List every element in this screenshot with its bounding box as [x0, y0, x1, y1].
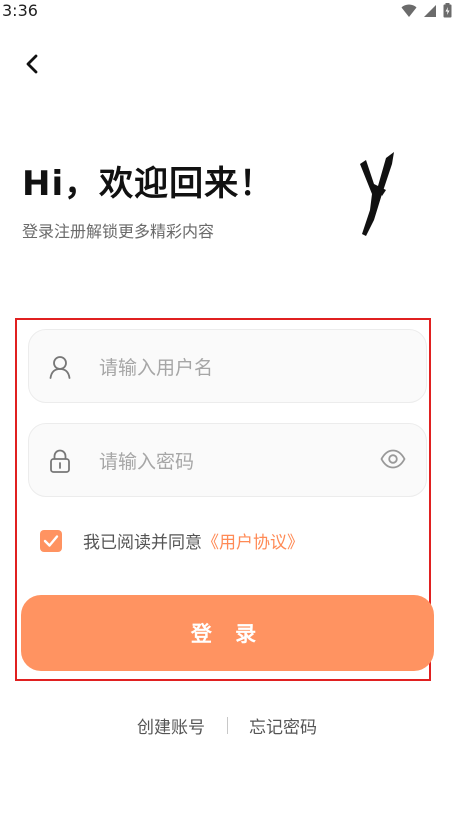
wifi-icon	[401, 4, 417, 17]
link-divider	[227, 717, 228, 734]
back-button[interactable]	[18, 50, 46, 78]
login-button[interactable]: 登 录	[21, 595, 434, 671]
status-bar: 3:36	[0, 0, 458, 24]
agreement-row: 我已阅读并同意 《用户协议》	[40, 528, 304, 553]
status-icons	[401, 3, 452, 18]
chevron-left-icon	[26, 54, 38, 74]
forgot-password-link[interactable]: 忘记密码	[249, 713, 317, 738]
page-subtitle: 登录注册解锁更多精彩内容	[22, 222, 215, 241]
signal-icon	[424, 4, 436, 17]
username-field[interactable]	[28, 329, 427, 403]
check-icon	[43, 534, 59, 547]
lock-icon	[50, 449, 70, 473]
status-time: 3:36	[2, 1, 38, 20]
account-links: 创建账号 忘记密码	[0, 713, 458, 738]
page-title: Hi，欢迎回来！	[22, 164, 275, 204]
password-field[interactable]	[28, 423, 427, 497]
create-account-link[interactable]: 创建账号	[137, 713, 205, 738]
user-icon	[49, 356, 71, 379]
username-input[interactable]	[97, 350, 381, 386]
password-input[interactable]	[97, 444, 381, 480]
user-agreement-link[interactable]: 《用户协议》	[202, 528, 304, 553]
battery-icon	[443, 3, 452, 18]
agreement-checkbox[interactable]	[40, 529, 62, 552]
agreement-text: 我已阅读并同意	[83, 533, 202, 553]
brand-logo	[360, 152, 394, 236]
eye-icon[interactable]	[380, 449, 406, 469]
